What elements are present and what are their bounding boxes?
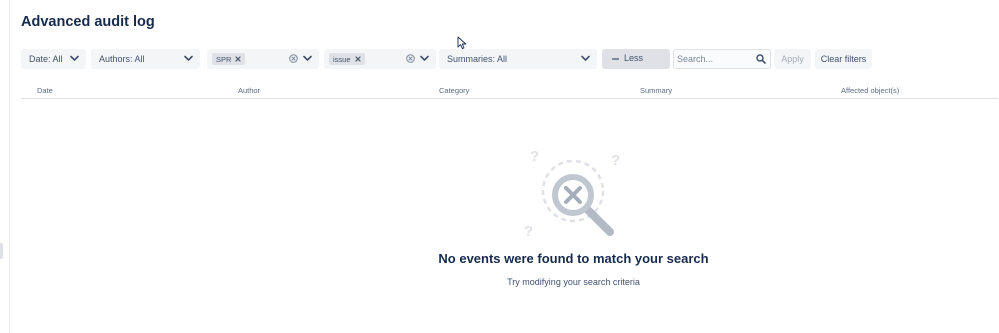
close-icon[interactable] [235, 56, 242, 62]
search-icon[interactable] [756, 54, 766, 64]
clear-circle-icon[interactable] [289, 54, 298, 63]
chevron-down-icon [184, 55, 193, 62]
column-header-category[interactable]: Category [439, 86, 469, 95]
category-filter-spr[interactable]: SPR [207, 49, 319, 69]
clear-circle-icon[interactable] [406, 54, 415, 63]
table-header: Date Author Category Summary Affected ob… [21, 84, 998, 99]
tag-label: SPR [216, 54, 232, 64]
svg-text:?: ? [611, 152, 620, 169]
less-filters-label: Less [624, 53, 644, 63]
empty-state-title: No events were found to match your searc… [438, 251, 709, 266]
less-filters-button[interactable]: Less [602, 49, 670, 69]
page-title: Advanced audit log [21, 14, 155, 30]
close-icon[interactable] [354, 56, 361, 62]
authors-filter-label: Authors: All [99, 54, 145, 64]
selected-tag: SPR [212, 53, 246, 65]
magnifier-x-icon: ? ? ? [521, 146, 627, 240]
chevron-down-icon [303, 55, 312, 62]
search-input[interactable] [674, 50, 752, 68]
column-header-affected-objects[interactable]: Affected object(s) [841, 86, 899, 95]
column-header-date[interactable]: Date [37, 86, 53, 95]
column-header-summary[interactable]: Summary [640, 86, 672, 95]
svg-text:?: ? [524, 223, 533, 238]
authors-filter[interactable]: Authors: All [91, 49, 200, 69]
column-header-author[interactable]: Author [238, 86, 260, 95]
minus-icon [612, 55, 619, 63]
mouse-cursor [457, 36, 467, 50]
svg-text:?: ? [530, 148, 539, 165]
summaries-filter-label: Summaries: All [447, 54, 508, 64]
date-filter-label: Date: All [29, 54, 63, 64]
category-filter-issue[interactable]: issue [324, 49, 436, 69]
chevron-down-icon [581, 55, 590, 62]
apply-button[interactable]: Apply [774, 49, 811, 69]
empty-state-subtitle: Try modifying your search criteria [507, 277, 640, 287]
chevron-down-icon [70, 55, 79, 62]
chevron-down-icon [420, 55, 429, 62]
selected-tag: issue [329, 53, 365, 65]
search-field[interactable] [673, 49, 771, 69]
summaries-filter[interactable]: Summaries: All [439, 49, 597, 69]
date-filter[interactable]: Date: All [21, 49, 86, 69]
tag-label: issue [333, 54, 351, 64]
clear-filters-button[interactable]: Clear filters [815, 49, 872, 69]
